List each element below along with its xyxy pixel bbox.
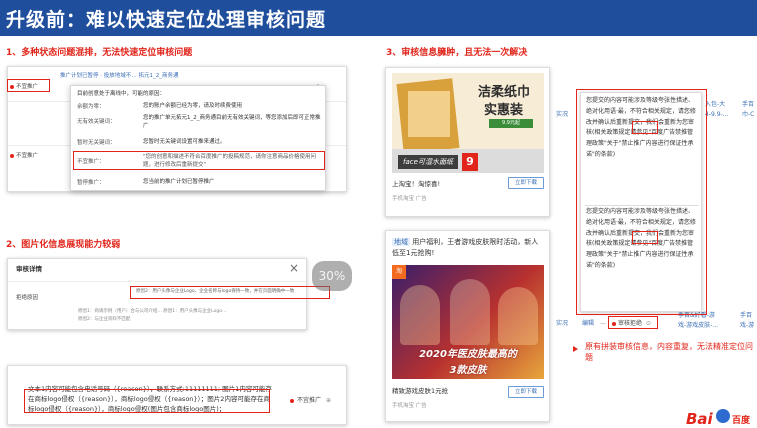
app-badge-icon: 淘 [392,265,406,279]
plan-status-link[interactable]: 推广计划已暂停 · 投放地域不… 拓元1_2_商务通 [60,73,179,80]
plan-name-cut[interactable]: 戏-游 [740,321,754,330]
baidu-logo: Bai 百度 [686,409,751,428]
callout-text: 原有拼装审核信息，内容重复，无法精准定位问题 [585,342,753,362]
game-ad-image: 淘 2020年医皮肤最高的 3款皮肤 [392,265,544,379]
ad-title: 精致游戏皮肤1元抢 [392,387,449,395]
popup-row-value: 您当前的推广计划已暂停推广 [143,179,215,185]
reason-highlight-box [73,151,325,170]
character-figure [400,285,440,345]
callout-arrow-icon [573,346,578,352]
reject-reason-label: 拒绝原因 [16,295,39,301]
plan-name-cut[interactable]: 入包-大 [705,100,725,109]
character-figure [498,287,538,345]
ad-preview-card-2: 地域 用户福利，王者游戏皮肤限时活动，新人低至1元抢购! 淘 2020年医皮肤最… [385,230,550,422]
popup-intro: 目前创意处于离线中，可能的原因： [77,91,166,97]
product-box [408,91,450,137]
reason-subhint: 原因2：与企业资料不匹配 [78,317,131,322]
ad-source: 手机淘宝 广告 [392,403,427,409]
ad-source: 手机淘宝 广告 [392,196,427,202]
ad-headline-1: 洁柔纸巾 [478,85,531,100]
ad-preview-card-1: 洁柔纸巾 实惠装 9.9元起 face可湿水面纸 9 上淘宝！淘惊喜! 手机淘宝… [385,67,550,217]
reason-status[interactable]: 不宜推广 [297,397,321,404]
plan-name-cut[interactable]: 戏-游戏皮肤-... [678,321,718,330]
section-heading-3: 3、审核信息臃肿，且无法一次解决 [386,48,528,58]
plan-name-cut[interactable]: 4-9.9-... [705,110,728,119]
hint-highlight-box [130,286,330,299]
toolbar-separator: — [600,320,606,327]
row-label-cut: 实况 [556,111,569,118]
status-dot-icon [290,399,294,403]
popup-row-value: 您暂时无关键词设置可推来通过。 [143,139,226,145]
title-banner: 升级前：难以快速定位处理审核问题 [0,0,757,36]
ad-image: 洁柔纸巾 实惠装 9.9元起 face可湿水面纸 9 [392,73,544,173]
popup-row-label: 暂时无关键词： [77,140,116,146]
ad-headline: 地域 用户福利，王者游戏皮肤限时活动，新人低至1元抢购! [392,237,544,259]
ad-price: 9 [462,153,478,171]
popup-row-value: 您的推广单元拓元1_2_商务通目前无有效关键词，等您添加后即可正常推广 [143,115,321,129]
edit-link[interactable]: 编辑 [582,319,594,328]
close-icon[interactable]: × [289,261,299,275]
status-highlight-box-1 [7,79,50,92]
banner-text-1: 2020年医皮肤最高的 [419,349,517,360]
plan-name-cut[interactable]: 手百 [740,311,752,320]
popup-row-value: 您的账户余额已经为零，请及时续费使用 [143,103,243,109]
region-tag: 地域 [392,238,410,246]
popup-row-label: 无有效关键词： [77,119,116,125]
section-heading-2: 2、图片化信息展现能力较弱 [6,240,121,250]
ad-price-badge: 9.9元起 [489,119,533,128]
section-heading-1: 1、多种状态问题混排，无法快速定位审核问题 [6,48,193,58]
popup-row-label: 暂停推广： [77,180,105,186]
reason-highlight-box [24,389,270,413]
zoom-overlay: 30% [312,261,352,291]
reason-subhint: 原因1：商请示例（用户）合与公司介绍… 原因1：用户头像与企业Logo… [78,309,227,314]
offline-reasons-popup: 目前创意处于离线中，可能的原因： 余额为零： 您的账户余额已经为零，请及时续费使… [70,85,326,191]
popup-row-label: 余额为零： [77,104,105,110]
plan-name-cut[interactable]: 巾-C [742,110,754,119]
row-label-cut: 实况 [556,320,569,327]
status-highlight-box [608,316,658,329]
paw-icon [716,409,730,423]
dialog-title: 审核详情 [16,265,42,273]
ad-headline-2: 实惠装 [484,103,524,118]
download-button[interactable]: 立即下载 [508,177,544,189]
status-dot-icon [10,154,14,158]
status-label-2[interactable]: 不宜推广 [16,153,38,160]
page-title: 升级前：难以快速定位处理审核问题 [6,9,327,31]
banner-text-2: 3款皮肤 [449,365,487,376]
ad-headline-text: 用户福利，王者游戏皮肤限时活动，新人低至1元抢购! [392,238,539,257]
ad-title: 上淘宝！淘惊喜! [392,180,441,188]
slide: 升级前：难以快速定位处理审核问题 1、多种状态问题混排，无法快速定位审核问题 2… [0,0,757,428]
character-figure [450,279,490,345]
review-info-highlight [576,89,707,315]
plan-name-cut[interactable]: 手百 [742,100,754,109]
download-button[interactable]: 立即下载 [508,386,544,398]
expand-icon[interactable]: ⊕ [326,397,331,404]
ad-watermark: face可湿水面纸 [398,155,458,169]
